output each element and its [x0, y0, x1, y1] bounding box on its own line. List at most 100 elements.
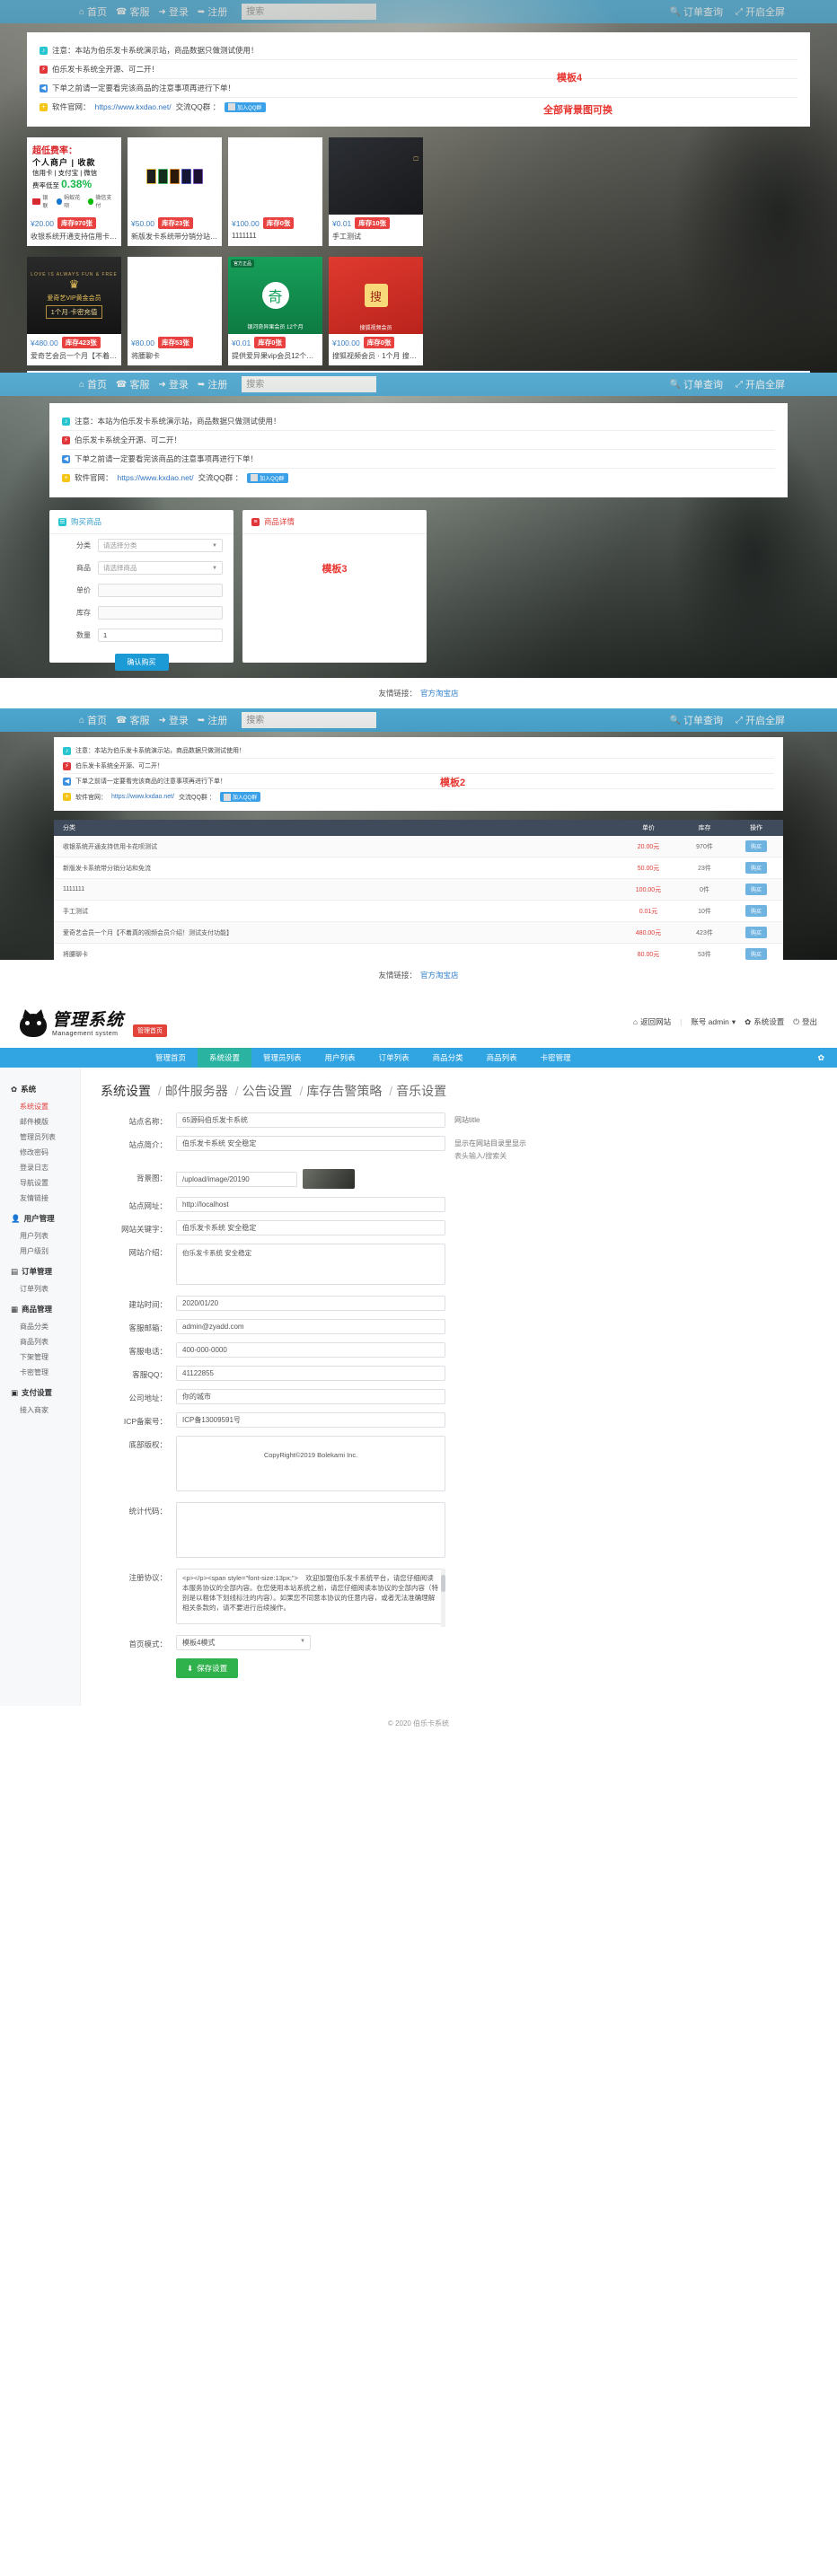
service-email-input[interactable] [176, 1319, 445, 1334]
product-card[interactable]: LOVE IS ALWAYS FUN & FREE ♛ 爱奇艺VIP黄金会员 1… [27, 257, 121, 365]
gear-icon[interactable]: ✿ [817, 1053, 824, 1063]
tab-admin-home[interactable]: 管理首页 [144, 1048, 198, 1068]
tab-card-management[interactable]: 卡密管理 [529, 1048, 583, 1068]
fee-line3: 信用卡 | 支付宝 | 微信 [32, 169, 98, 177]
sidebar-item-user-level[interactable]: 用户级别 [0, 1244, 80, 1259]
sidebar-item-friendly-links[interactable]: 友情链接 [0, 1191, 80, 1206]
sidebar-item-user-list[interactable]: 用户列表 [0, 1228, 80, 1244]
page-tab-system-settings[interactable]: 系统设置 [101, 1084, 151, 1098]
product-card[interactable]: ¥100.00 库存0张 1111111 [228, 137, 322, 246]
tab-order-list[interactable]: 订单列表 [367, 1048, 421, 1068]
back-to-site-link[interactable]: ⌂ 返回网站 [633, 1016, 671, 1027]
tab-product-category[interactable]: 商品分类 [421, 1048, 475, 1068]
page-tab-announcement[interactable]: 公告设置 [242, 1084, 293, 1098]
notice-text-after: 交流QQ群 ： [179, 794, 216, 801]
account-menu[interactable]: 账号 admin ▾ [691, 1016, 736, 1027]
product-card[interactable]: 官方正品 奇 银河奇异果会员 12个月 ¥0.01 库存0张 提供爱异果vip会… [228, 257, 322, 365]
save-settings-button[interactable]: ⬇ 保存设置 [176, 1658, 239, 1678]
notice-text-before: 软件官网： [75, 794, 107, 801]
product-card[interactable]: ¥80.00 库存53张 将腰聊卡 [128, 257, 222, 365]
category-select[interactable]: 请选择分类 ▼ [98, 539, 223, 552]
build-time-input[interactable] [176, 1296, 445, 1311]
sidebar-item-product-category[interactable]: 商品分类 [0, 1319, 80, 1334]
footer-copyright-textarea[interactable] [176, 1436, 445, 1491]
sidebar-item-admin-list[interactable]: 管理员列表 [0, 1130, 80, 1145]
system-settings-link[interactable]: ✿ 系统设置 [744, 1016, 784, 1027]
notice-text: 下单之前请一定要看完该商品的注意事项再进行下单！ [75, 778, 226, 785]
template-label-2: 模板2 [440, 778, 466, 788]
home-mode-select[interactable] [176, 1635, 311, 1650]
buy-button[interactable]: 购买 [744, 862, 767, 874]
product-card[interactable]: 超低费率： 个人商户 | 收款 信用卡 | 支付宝 | 微信 费率低至 0.38… [27, 137, 121, 246]
product-card[interactable]: 搜 搜狐视频会员 ¥100.00 库存0张 搜狐视频会员 · 1个月 搜狐黑 [329, 257, 423, 365]
official-site-link[interactable]: https://www.kxdao.net/ [111, 794, 174, 800]
textarea-scrollbar[interactable] [441, 1569, 445, 1627]
sidebar-item-product-list[interactable]: 商品列表 [0, 1334, 80, 1350]
buy-button[interactable]: 购买 [744, 840, 767, 852]
page-tab-music[interactable]: 音乐设置 [396, 1084, 446, 1098]
tab-admin-list[interactable]: 管理员列表 [251, 1048, 313, 1068]
service-qq-input[interactable] [176, 1366, 445, 1381]
site-intro-input[interactable] [176, 1136, 445, 1151]
confirm-purchase-button[interactable]: 确认购买 [114, 654, 169, 671]
sidebar-item-offshelf[interactable]: 下架管理 [0, 1350, 80, 1365]
gear-icon: ✿ [11, 1084, 18, 1094]
join-qq-group-button[interactable]: 加入QQ群 [219, 792, 261, 802]
join-qq-group-button[interactable]: 加入QQ群 [225, 101, 266, 112]
price-input[interactable] [98, 584, 223, 597]
buy-button[interactable]: 购买 [744, 884, 767, 895]
form-row-stock: 库存 [49, 602, 233, 624]
pay-label: 银联 [42, 196, 48, 209]
tab-system-settings[interactable]: 系统设置 [198, 1048, 252, 1068]
keywords-input[interactable] [176, 1220, 445, 1235]
sidebar-item-nav-settings[interactable]: 导航设置 [0, 1175, 80, 1191]
product-select[interactable]: 请选择商品 ▼ [98, 561, 223, 575]
buy-button[interactable]: 购买 [744, 927, 767, 938]
logout-link[interactable]: ⏻ 登出 [793, 1016, 817, 1027]
official-site-link[interactable]: https://www.kxdao.net/ [118, 473, 194, 482]
sidebar-item-merchant[interactable]: 接入商家 [0, 1402, 80, 1418]
cell-stock: 0件 [700, 886, 709, 893]
friendly-link[interactable]: 官方淘宝店 [420, 689, 459, 698]
plus-icon: + [40, 102, 48, 111]
product-stock: 库存970张 [57, 217, 97, 229]
quantity-input[interactable]: 1 [98, 629, 223, 642]
product-card[interactable]: 🖵 ¥0.01 库存10张 手工测试 [329, 137, 423, 246]
sidebar-item-mail-template[interactable]: 邮件模版 [0, 1114, 80, 1130]
register-agreement-textarea[interactable] [176, 1569, 445, 1624]
product-name: 收银系统开通支持信用卡花呗 [31, 233, 118, 241]
tab-product-list[interactable]: 商品列表 [475, 1048, 529, 1068]
join-qq-group-label: 加入QQ群 [260, 476, 285, 482]
site-description-textarea[interactable] [176, 1244, 445, 1285]
sidebar-item-card-management[interactable]: 卡密管理 [0, 1365, 80, 1380]
company-address-input[interactable] [176, 1389, 445, 1404]
page-tab-mail-server[interactable]: 邮件服务器 [165, 1084, 228, 1098]
stock-input[interactable] [98, 606, 223, 620]
join-qq-group-button[interactable]: 加入QQ群 [247, 472, 288, 483]
buy-button[interactable]: 购买 [744, 948, 767, 960]
buy-button[interactable]: 购买 [744, 905, 767, 917]
background-image-preview[interactable] [303, 1169, 355, 1189]
back-to-site-label: 返回网站 [640, 1017, 672, 1026]
chevron-down-icon: ▼ [300, 1639, 305, 1644]
quantity-label: 数量 [76, 631, 91, 639]
service-phone-input[interactable] [176, 1342, 445, 1358]
product-card[interactable]: ¥50.00 库存23张 新版发卡系统带分销分站和免 [128, 137, 222, 246]
buy-panel-title: 购买商品 [71, 517, 102, 526]
sidebar-item-order-list[interactable]: 订单列表 [0, 1281, 80, 1297]
site-url-input[interactable] [176, 1197, 445, 1212]
statistics-code-textarea[interactable] [176, 1502, 445, 1558]
admin-logo[interactable]: 管理系统 Management system 管理首页 [20, 1007, 168, 1037]
logo-badge: 管理首页 [133, 1024, 168, 1037]
tab-user-list[interactable]: 用户列表 [313, 1048, 367, 1068]
friendly-link[interactable]: 官方淘宝店 [420, 971, 459, 980]
sidebar-item-change-password[interactable]: 修改密码 [0, 1145, 80, 1160]
page-tab-stock-alert[interactable]: 库存告警策略 [306, 1084, 382, 1098]
site-name-input[interactable] [176, 1112, 445, 1128]
background-image-input[interactable] [176, 1171, 297, 1187]
red-caption: 搜狐视频会员 [359, 326, 392, 331]
sidebar-item-system-settings[interactable]: 系统设置 [0, 1099, 80, 1114]
official-site-link[interactable]: https://www.kxdao.net/ [95, 102, 172, 111]
sidebar-item-login-log[interactable]: 登录日志 [0, 1160, 80, 1175]
icp-input[interactable] [176, 1412, 445, 1428]
